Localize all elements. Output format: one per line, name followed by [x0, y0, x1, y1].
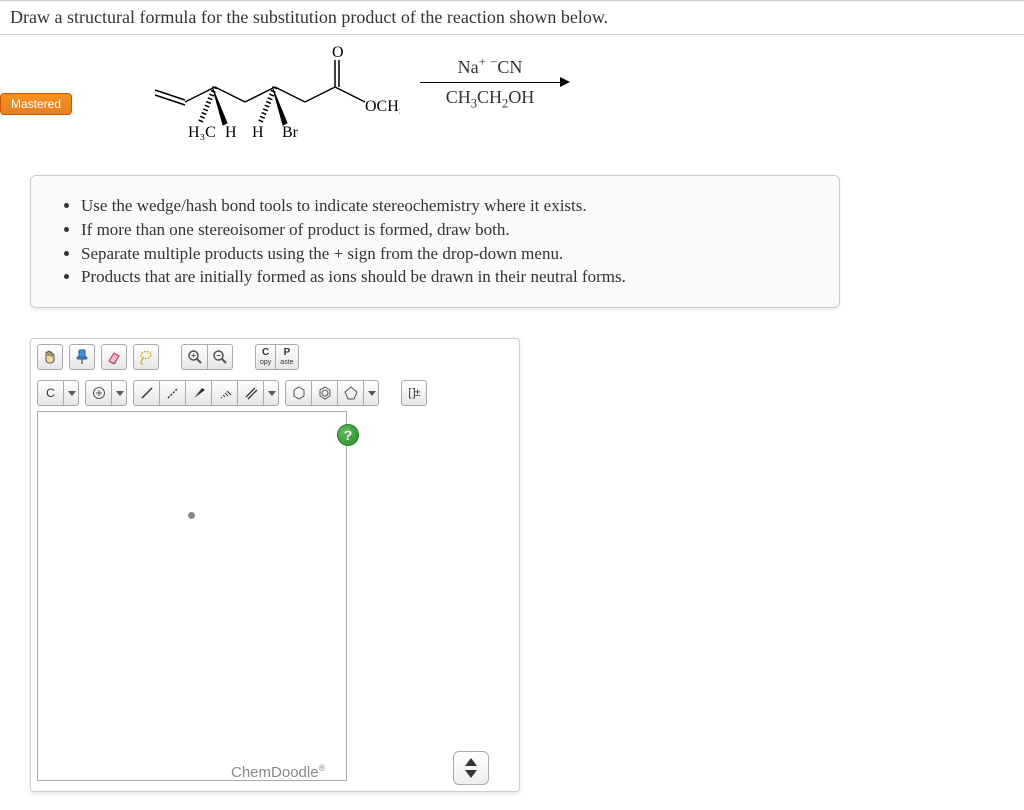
dashed-bond-button[interactable]	[159, 380, 185, 406]
svg-text:Br: Br	[282, 124, 299, 141]
structure-stepper[interactable]	[453, 751, 489, 785]
reaction-figure: Mastered H₃C H H	[0, 45, 1024, 155]
paste-button[interactable]: P aste	[275, 344, 298, 370]
mastered-badge: Mastered	[0, 93, 72, 115]
toolbar-row-1: C opy P aste	[31, 339, 519, 375]
reagent-top: Na+ −CN	[420, 55, 560, 78]
benzene-ring-button[interactable]	[311, 380, 337, 406]
reagent-arrow-block: Na+ −CN CH3CH2OH	[420, 55, 560, 112]
zoom-in-button[interactable]	[181, 344, 207, 370]
chemdoodle-editor: C opy P aste C	[30, 338, 520, 792]
registered-mark: ®	[319, 763, 326, 773]
svg-text:O: O	[332, 45, 344, 61]
paste-sublabel: aste	[280, 359, 293, 366]
toolbar-row-2: C	[31, 375, 519, 411]
canvas-starting-atom[interactable]	[188, 512, 195, 519]
charge-dropdown[interactable]	[111, 380, 127, 406]
pushpin-tool-button[interactable]	[69, 344, 95, 370]
pentagon-ring-button[interactable]	[337, 380, 363, 406]
element-picker-button[interactable]: C	[37, 380, 63, 406]
stepper-up-icon[interactable]	[465, 758, 477, 766]
stepper-down-icon[interactable]	[465, 770, 477, 778]
question-header: Draw a structural formula for the substi…	[0, 0, 1024, 35]
svg-text:H: H	[225, 124, 237, 141]
brackets-button[interactable]: [ ]±	[401, 380, 427, 406]
bond-dropdown[interactable]	[263, 380, 279, 406]
instruction-item: Use the wedge/hash bond tools to indicat…	[81, 194, 817, 218]
zoom-out-button[interactable]	[207, 344, 233, 370]
chemdoodle-brand: ChemDoodle®	[231, 763, 325, 781]
reaction-arrow	[420, 82, 560, 83]
reagent-bottom: CH3CH2OH	[420, 87, 560, 112]
single-bond-button[interactable]	[133, 380, 159, 406]
copy-sublabel: opy	[260, 359, 271, 366]
double-bond-button[interactable]	[237, 380, 263, 406]
svg-text:OCH₃: OCH₃	[365, 98, 400, 115]
instruction-box: Use the wedge/hash bond tools to indicat…	[30, 175, 840, 308]
hexagon-ring-button[interactable]	[285, 380, 311, 406]
copy-label: C	[262, 348, 269, 358]
instruction-list: Use the wedge/hash bond tools to indicat…	[53, 194, 817, 289]
charge-button[interactable]	[85, 380, 111, 406]
svg-text:H: H	[252, 124, 264, 141]
paste-label: P	[284, 348, 291, 358]
instruction-item: Separate multiple products using the + s…	[81, 242, 817, 266]
hash-bond-button[interactable]	[211, 380, 237, 406]
eraser-tool-button[interactable]	[101, 344, 127, 370]
element-picker-dropdown[interactable]	[63, 380, 79, 406]
instruction-item: Products that are initially formed as io…	[81, 265, 817, 289]
reactant-structure: H₃C H H Br O OCH₃	[150, 45, 400, 155]
wedge-bond-button[interactable]	[185, 380, 211, 406]
drawing-canvas[interactable]	[37, 411, 347, 781]
help-button[interactable]: ?	[337, 424, 359, 446]
svg-text:H₃C: H₃C	[188, 124, 216, 141]
hand-tool-button[interactable]	[37, 344, 63, 370]
copy-button[interactable]: C opy	[255, 344, 275, 370]
question-text: Draw a structural formula for the substi…	[10, 7, 608, 27]
lasso-tool-button[interactable]	[133, 344, 159, 370]
instruction-item: If more than one stereoisomer of product…	[81, 218, 817, 242]
ring-dropdown[interactable]	[363, 380, 379, 406]
